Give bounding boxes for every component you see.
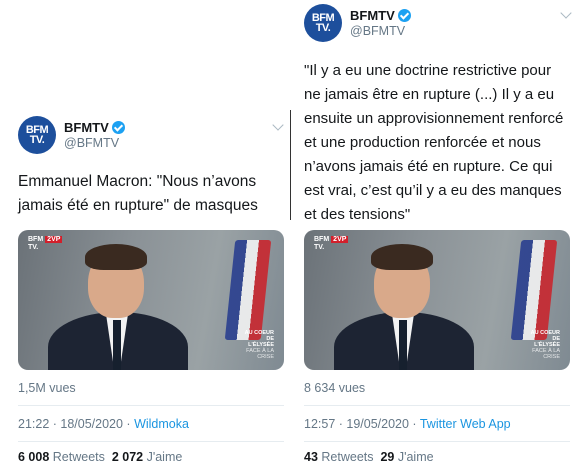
source-app-link[interactable]: Twitter Web App: [420, 417, 511, 431]
tweet-text: Emmanuel Macron: "Nous n’avons jamais ét…: [18, 173, 258, 214]
view-count: 1,5M vues: [18, 381, 76, 395]
account-handle[interactable]: @BFMTV: [350, 24, 411, 38]
timestamp-text[interactable]: 12:57 · 19/05/2020 ·: [304, 417, 420, 431]
channel-logo-text: TV.: [28, 244, 39, 251]
program-caption: AU COEUR DE L'ÉLYSÉE FACE À LA CRISE: [240, 330, 274, 360]
avatar-logo-text: TV.: [315, 22, 331, 34]
avatar[interactable]: BFM TV.: [304, 4, 342, 42]
verified-badge-icon: [397, 9, 411, 22]
likes-stat[interactable]: 2 072 J'aime: [112, 450, 183, 464]
retweets-count: 6 008: [18, 450, 50, 464]
video-figure-detail: [371, 244, 433, 270]
channel-logo: BFM 2VP TV.: [314, 236, 349, 252]
account-handle[interactable]: @BFMTV: [64, 136, 125, 150]
view-count: 8 634 vues: [304, 381, 366, 395]
display-name-text: BFMTV: [350, 8, 395, 23]
video-figure-detail: [85, 244, 147, 270]
channel-logo-text: BFM: [314, 236, 330, 243]
flag-image: [224, 240, 272, 340]
retweets-count: 43: [304, 450, 318, 464]
verified-badge-icon: [111, 121, 125, 134]
retweets-stat[interactable]: 43 Retweets: [304, 450, 374, 464]
chevron-down-icon[interactable]: [560, 7, 572, 19]
program-subtitle: FACE À LA CRISE: [532, 348, 560, 360]
display-name-text: BFMTV: [64, 120, 109, 135]
tweet-header: BFM TV. BFMTV @BFMTV: [18, 116, 125, 154]
column-divider: [290, 110, 291, 220]
source-app-link[interactable]: Wildmoka: [134, 417, 189, 431]
tweet-timestamp: 12:57 · 19/05/2020 · Twitter Web App: [304, 417, 511, 431]
tweet-stats: 6 008 Retweets 2 072 J'aime: [18, 450, 182, 464]
program-title: AU COEUR DE L'ÉLYSÉE: [244, 330, 274, 348]
likes-stat[interactable]: 29 J'aime: [380, 450, 433, 464]
divider: [18, 405, 284, 406]
display-name[interactable]: BFMTV: [350, 8, 411, 23]
divider: [18, 441, 284, 442]
tweet-timestamp: 21:22 · 18/05/2020 · Wildmoka: [18, 417, 189, 431]
program-caption: AU COEUR DE L'ÉLYSÉE FACE À LA CRISE: [526, 330, 560, 360]
chevron-down-icon[interactable]: [272, 119, 284, 131]
tweet-video[interactable]: BFM 2VP TV. AU COEUR DE L'ÉLYSÉE FACE À L…: [18, 230, 284, 370]
retweets-label: Retweets: [52, 450, 105, 464]
likes-label: J'aime: [397, 450, 434, 464]
program-title: AU COEUR DE L'ÉLYSÉE: [530, 330, 560, 348]
divider: [304, 441, 570, 442]
retweets-label: Retweets: [321, 450, 374, 464]
avatar[interactable]: BFM TV.: [18, 116, 56, 154]
channel-logo-tag: 2VP: [45, 236, 63, 243]
video-figure-detail: [113, 320, 121, 370]
channel-logo-tag: 2VP: [331, 236, 349, 243]
likes-count: 2 072: [111, 450, 144, 464]
divider: [304, 405, 570, 406]
channel-logo-text: BFM: [28, 236, 44, 243]
likes-count: 29: [380, 450, 395, 464]
retweets-stat[interactable]: 6 008 Retweets: [18, 450, 105, 464]
program-subtitle: FACE À LA CRISE: [246, 348, 274, 360]
flag-image: [510, 240, 558, 340]
display-name[interactable]: BFMTV: [64, 120, 125, 135]
tweet-video[interactable]: BFM 2VP TV. AU COEUR DE L'ÉLYSÉE FACE À L…: [304, 230, 570, 370]
timestamp-text[interactable]: 21:22 · 18/05/2020 ·: [18, 417, 134, 431]
channel-logo-text: TV.: [314, 244, 325, 251]
tweet-stats: 43 Retweets 29 J'aime: [304, 450, 434, 464]
channel-logo: BFM 2VP TV.: [28, 236, 63, 252]
avatar-logo-text: TV.: [29, 134, 45, 146]
tweet-text: "Il y a eu une doctrine restrictive pour…: [304, 62, 564, 223]
likes-label: J'aime: [146, 450, 183, 464]
video-figure-detail: [399, 320, 407, 370]
tweet-header: BFM TV. BFMTV @BFMTV: [304, 4, 411, 42]
